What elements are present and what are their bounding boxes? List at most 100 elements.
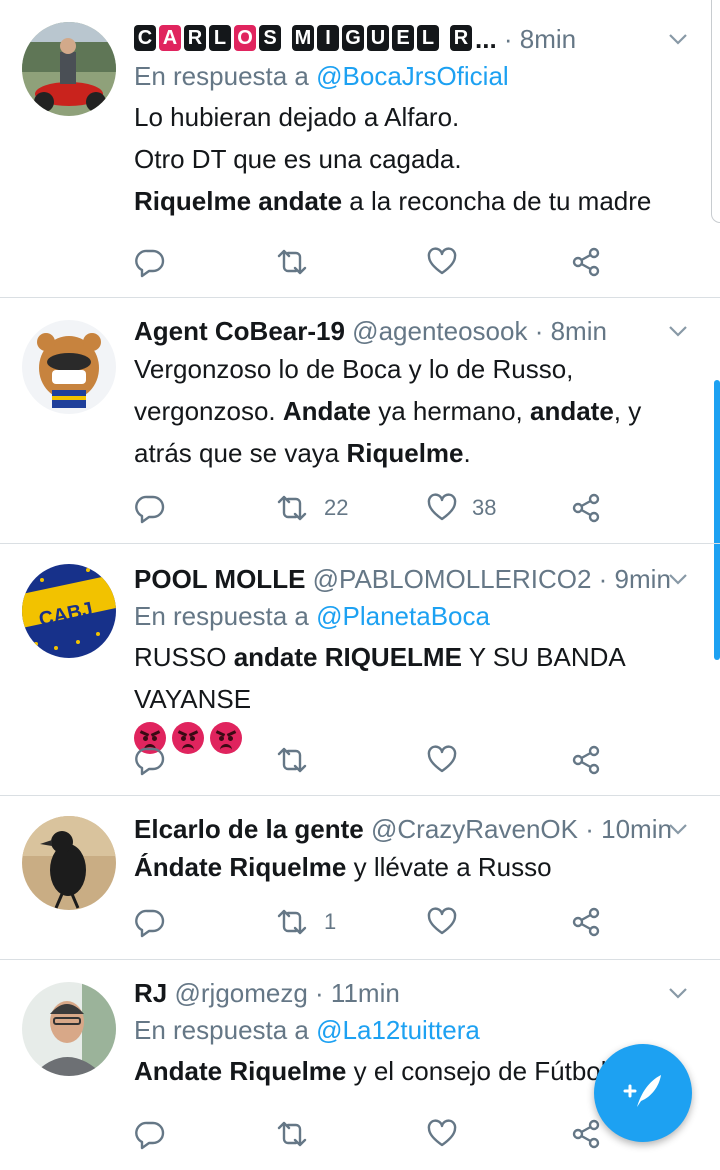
like-button[interactable] [426,740,472,780]
user-handle[interactable]: @PABLOMOLLERICO2 [313,564,592,594]
retweet-icon [274,744,310,776]
reply-button[interactable] [134,740,166,780]
reply-icon [134,492,166,524]
name-letter-box: C [134,25,156,52]
highlighted-keyword: andate [529,396,614,426]
tweet-2[interactable]: Agent CoBear-19 @agenteosook · 8min Verg… [0,298,720,544]
tweet-text-line: Vergonzoso lo de Boca y lo de Russo, [134,348,692,390]
text-run: . [463,438,471,468]
share-icon [570,906,602,938]
tweet-text: Ándate Riquelme y llévate a Russo [134,846,692,888]
tweet-4[interactable]: Elcarlo de la gente @CrazyRavenOK · 10mi… [0,796,720,960]
reply-icon [134,1118,166,1150]
tweet-3[interactable]: CABJ POOL MOLLE @PABLOMOLLERICO2 · 9min … [0,544,720,796]
highlighted-keyword: Ándate Riquelme [134,852,347,882]
highlighted-keyword: Riquelme [346,438,464,468]
chevron-down-icon[interactable] [664,812,692,846]
chevron-down-icon[interactable] [664,22,692,56]
tweet-header: Agent CoBear-19 @agenteosook · 8min [134,314,692,348]
like-button[interactable]: 38 [426,488,496,528]
avatar[interactable]: CABJ [22,564,116,658]
tweet-1[interactable]: C A R L O S M I G U E L R... · 8min En respuesta a @… [0,0,720,298]
reply-to-link[interactable]: @BocaJrsOficial [316,61,509,91]
highlighted-keyword: Andate [282,396,371,426]
retweet-button[interactable] [274,242,324,282]
tweet-actions: 1 [134,902,614,942]
user-handle[interactable]: @rjgomezg [174,978,307,1008]
retweet-icon [274,1118,310,1150]
timestamp[interactable]: 8min [551,316,607,346]
reply-icon [134,246,166,278]
text-run: Lo hubieran dejado a Alfaro. [134,102,460,132]
chevron-down-icon[interactable] [664,562,692,596]
share-button[interactable] [570,488,602,528]
reply-to-link[interactable]: @La12tuittera [316,1015,480,1045]
reply-button[interactable] [134,902,166,942]
compose-tweet-button[interactable] [594,1044,692,1142]
tweet-header: C A R L O S M I G U E L R... · 8min [134,22,692,56]
text-run: vergonzoso. [134,396,283,426]
display-name[interactable]: Agent CoBear-19 [134,316,345,346]
share-icon [570,492,602,524]
retweet-count: 22 [324,495,349,520]
tweet-text: Vergonzoso lo de Boca y lo de Russo, verg… [134,348,692,474]
reply-button[interactable] [134,1114,166,1154]
name-letter-box: M [292,25,314,52]
timestamp[interactable]: 9min [615,564,671,594]
share-button[interactable] [570,1114,602,1154]
chevron-down-icon[interactable] [664,314,692,348]
like-icon [426,744,458,776]
text-run: y el consejo de Fútbol [346,1056,607,1086]
display-name[interactable]: C A R L O S M I G U E L R... [134,24,497,54]
tweet-actions [134,1114,614,1154]
display-name[interactable]: POOL MOLLE [134,564,305,594]
avatar[interactable] [22,816,116,910]
retweet-button[interactable] [274,740,324,780]
share-icon [570,246,602,278]
name-letter-box: L [417,25,439,52]
timestamp[interactable]: 11min [331,978,400,1008]
tweet-actions [134,740,614,780]
share-button[interactable] [570,902,602,942]
separator-dot: · [496,24,520,54]
timestamp[interactable]: 10min [601,814,672,844]
retweet-button[interactable]: 1 [274,902,336,942]
display-name[interactable]: RJ [134,978,167,1008]
text-run: ya hermano, [371,396,530,426]
like-count: 38 [472,495,497,520]
tweet-text-line: Ándate Riquelme y llévate a Russo [134,846,692,888]
name-letter-box: R [450,25,472,52]
avatar[interactable] [22,982,116,1076]
user-handle[interactable]: @CrazyRavenOK [371,814,578,844]
share-icon [570,744,602,776]
text-run: y llévate a Russo [346,852,552,882]
share-button[interactable] [570,242,602,282]
retweet-icon [274,492,310,524]
retweet-button[interactable] [274,1114,324,1154]
retweet-button[interactable]: 22 [274,488,348,528]
user-handle[interactable]: @agenteosook [352,316,527,346]
avatar[interactable] [22,320,116,414]
highlighted-keyword: Andate Riquelme [134,1056,347,1086]
name-letter-box: U [367,25,389,52]
timestamp[interactable]: 8min [520,24,576,54]
tweet-text-line: Otro DT que es una cagada. [134,138,692,180]
tweet-header: RJ @rjgomezg · 11min [134,976,692,1010]
reply-button[interactable] [134,488,166,528]
like-icon [426,906,458,938]
name-letter-box: R [184,25,206,52]
reply-button[interactable] [134,242,166,282]
like-button[interactable] [426,1114,472,1154]
avatar[interactable] [22,22,116,116]
tweet-text: RUSSO andate RIQUELME Y SU BANDA VAYANSE [134,636,692,720]
reply-to-link[interactable]: @PlanetaBoca [316,601,490,631]
like-button[interactable] [426,242,472,282]
tweet-text-line: vergonzoso. Andate ya hermano, andate, y [134,390,692,432]
chevron-down-icon[interactable] [664,976,692,1010]
compose-tweet-icon [621,1069,665,1118]
like-icon [426,246,458,278]
text-run: a la reconcha de tu madre [342,186,652,216]
display-name[interactable]: Elcarlo de la gente [134,814,364,844]
like-button[interactable] [426,902,472,942]
share-button[interactable] [570,740,602,780]
